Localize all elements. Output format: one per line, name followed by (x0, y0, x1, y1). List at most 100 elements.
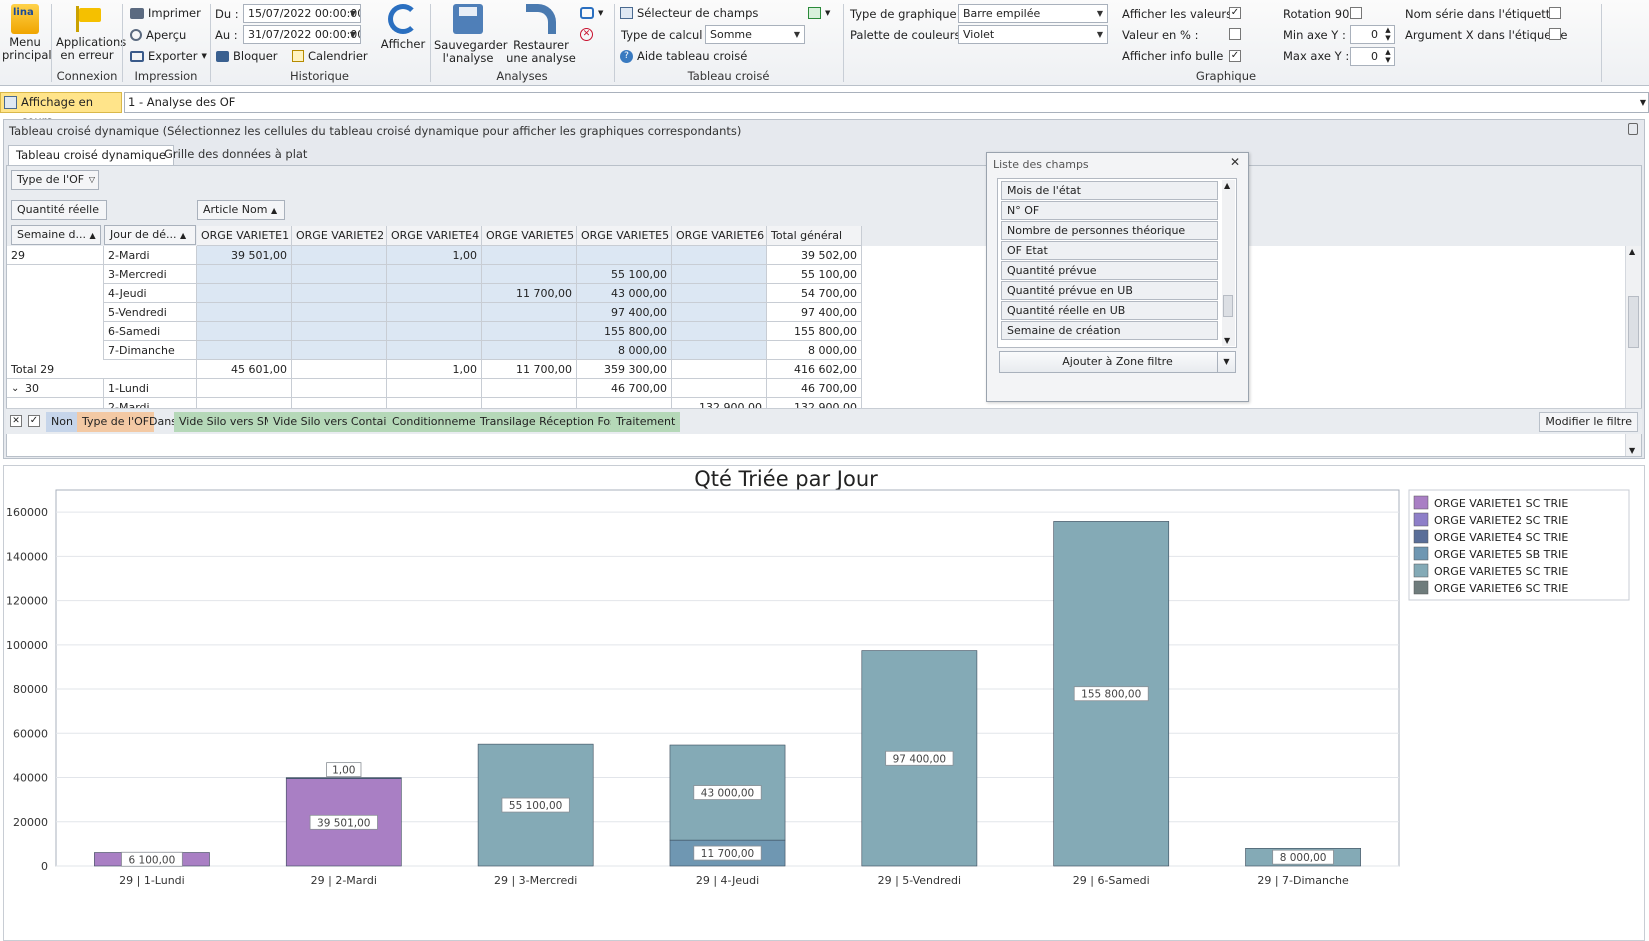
legend-entry[interactable]: ORGE VARIETE5 SB TRIE (1434, 548, 1568, 561)
row-day-label[interactable]: 3-Mercredi (104, 265, 197, 284)
data-cell[interactable]: 11 700,00 (482, 284, 577, 303)
exporter-button[interactable]: Exporter ▼ (130, 49, 207, 63)
scroll-down-icon[interactable]: ▼ (1224, 336, 1230, 345)
modifier-filtre-button[interactable]: Modifier le filtre (1539, 412, 1638, 432)
menu-principal-button[interactable]: lina Menu principal (2, 4, 52, 62)
valeur-pct-checkbox[interactable] (1229, 28, 1241, 40)
column-header[interactable]: ORGE VARIETE4 ... (387, 226, 482, 246)
data-cell[interactable]: 359 300,00 (577, 360, 672, 379)
data-cell[interactable] (197, 284, 292, 303)
legend-entry[interactable]: ORGE VARIETE1 SC TRIE (1434, 497, 1568, 510)
data-cell[interactable] (672, 284, 767, 303)
data-cell[interactable]: 1,00 (387, 360, 482, 379)
legend-entry[interactable]: ORGE VARIETE5 SC TRIE (1434, 565, 1568, 578)
data-cell[interactable] (672, 303, 767, 322)
row-day-label[interactable]: 6-Samedi (104, 322, 197, 341)
data-cell[interactable] (197, 303, 292, 322)
data-cell[interactable] (387, 322, 482, 341)
filter-field-type-of[interactable]: Type de l'OF ▽ (11, 170, 99, 190)
scroll-up-icon[interactable]: ▲ (1629, 247, 1635, 256)
legend-entry[interactable]: ORGE VARIETE2 SC TRIE (1434, 514, 1568, 527)
total-cell[interactable]: 46 700,00 (767, 379, 862, 398)
data-cell[interactable] (292, 246, 387, 265)
sync-dropdown-button[interactable]: ▼ (580, 6, 603, 20)
data-cell[interactable] (672, 341, 767, 360)
data-cell[interactable] (482, 246, 577, 265)
field-list-item[interactable]: Semaine de création (1001, 321, 1218, 340)
row-day-label[interactable]: 2-Mardi (104, 246, 197, 265)
legend-entry[interactable]: ORGE VARIETE6 SC TRIE (1434, 582, 1568, 595)
data-cell[interactable] (387, 379, 482, 398)
data-cell[interactable] (672, 265, 767, 284)
chevron-down-icon[interactable]: ▼ (346, 5, 360, 22)
field-list-item[interactable]: Quantité prévue (1001, 261, 1218, 280)
add-to-filter-zone-button[interactable]: Ajouter à Zone filtre ▼ (999, 351, 1236, 373)
pin-icon[interactable] (1628, 123, 1638, 135)
bloquer-button[interactable]: Bloquer (216, 49, 278, 63)
total-cell[interactable]: 416 602,00 (767, 360, 862, 379)
data-cell[interactable]: 46 700,00 (577, 379, 672, 398)
column-header[interactable]: ORGE VARIETE5 ... (577, 226, 672, 246)
data-cell[interactable]: 45 601,00 (197, 360, 292, 379)
data-cell[interactable] (292, 341, 387, 360)
chevron-down-icon[interactable]: ▼ (1640, 93, 1646, 112)
data-cell[interactable] (292, 265, 387, 284)
field-list-scrollbar[interactable]: ▲ ▼ (1222, 180, 1235, 346)
data-cell[interactable] (482, 341, 577, 360)
scroll-down-icon[interactable]: ▼ (1629, 446, 1635, 455)
legend-entry[interactable]: ORGE VARIETE4 SC TRIE (1434, 531, 1568, 544)
total-cell[interactable]: 39 502,00 (767, 246, 862, 265)
filter-expression[interactable]: Non Type de l'OF Dans Vide Silo vers SMC… (46, 412, 686, 432)
data-cell[interactable] (482, 322, 577, 341)
data-field-quantite-reelle[interactable]: Quantité réelle (11, 200, 107, 220)
field-list-item[interactable]: Nombre de personnes théorique (1001, 221, 1218, 240)
data-cell[interactable] (672, 360, 767, 379)
data-cell[interactable] (672, 379, 767, 398)
type-calcul-select[interactable]: Somme ▼ (705, 25, 805, 44)
data-cell[interactable] (672, 322, 767, 341)
total-cell[interactable]: 54 700,00 (767, 284, 862, 303)
row-day-label[interactable]: 1-Lundi (104, 379, 197, 398)
column-header[interactable]: ORGE VARIETE5 ... (482, 226, 577, 246)
scrollbar-thumb[interactable] (1223, 295, 1233, 317)
data-cell[interactable] (387, 341, 482, 360)
current-view-select[interactable]: 1 - Analyse des OF ▼ (124, 92, 1649, 113)
column-header-total[interactable]: Total général (767, 226, 862, 246)
data-cell[interactable]: 39 501,00 (197, 246, 292, 265)
data-cell[interactable] (292, 322, 387, 341)
stacked-bar-chart[interactable]: Qté Triée par Jour 0 20000 40000 60000 80000 1… (4, 466, 1644, 940)
scroll-up-icon[interactable]: ▲ (1224, 181, 1230, 190)
palette-select[interactable]: Violet ▼ (958, 25, 1108, 44)
data-cell[interactable]: 11 700,00 (482, 360, 577, 379)
row-week-label[interactable]: 29 (7, 246, 104, 265)
total-cell[interactable]: 8 000,00 (767, 341, 862, 360)
row-week-label[interactable] (7, 265, 104, 284)
row-total-label[interactable]: Total 29 (7, 360, 197, 379)
imprimer-button[interactable]: Imprimer (130, 6, 201, 20)
afficher-valeurs-checkbox[interactable]: ✓ (1229, 7, 1241, 19)
data-cell[interactable] (387, 303, 482, 322)
argument-x-checkbox[interactable] (1549, 28, 1561, 40)
close-icon[interactable]: ✕ (1230, 155, 1240, 169)
total-cell[interactable]: 97 400,00 (767, 303, 862, 322)
delete-analysis-button[interactable]: ✕ (580, 28, 593, 41)
chevron-down-icon[interactable]: ▼ (790, 26, 804, 43)
row-field-jour[interactable]: Jour de dé... ▲ (104, 225, 196, 245)
min-axe-input[interactable]: 0 ▲ ▼ (1350, 25, 1395, 44)
row-day-label[interactable]: 4-Jeudi (104, 284, 197, 303)
row-week-label[interactable] (7, 341, 104, 360)
chevron-down-icon[interactable]: ▼ (1093, 5, 1107, 22)
field-list-item[interactable]: OF Etat (1001, 241, 1218, 260)
row-week-label[interactable] (7, 303, 104, 322)
nom-serie-checkbox[interactable] (1549, 7, 1561, 19)
data-cell[interactable] (292, 284, 387, 303)
tab-tableau-croise[interactable]: Tableau croisé dynamique (8, 145, 174, 165)
collapse-chevron-icon[interactable]: ⌄ (11, 379, 19, 398)
type-graphique-select[interactable]: Barre empilée ▼ (958, 4, 1108, 23)
apercu-button[interactable]: Aperçu (130, 28, 186, 42)
data-cell[interactable] (292, 303, 387, 322)
data-cell[interactable] (197, 379, 292, 398)
data-cell[interactable] (197, 341, 292, 360)
row-field-semaine[interactable]: Semaine d... ▲ (11, 225, 101, 245)
afficher-button[interactable]: Afficher (380, 4, 426, 51)
